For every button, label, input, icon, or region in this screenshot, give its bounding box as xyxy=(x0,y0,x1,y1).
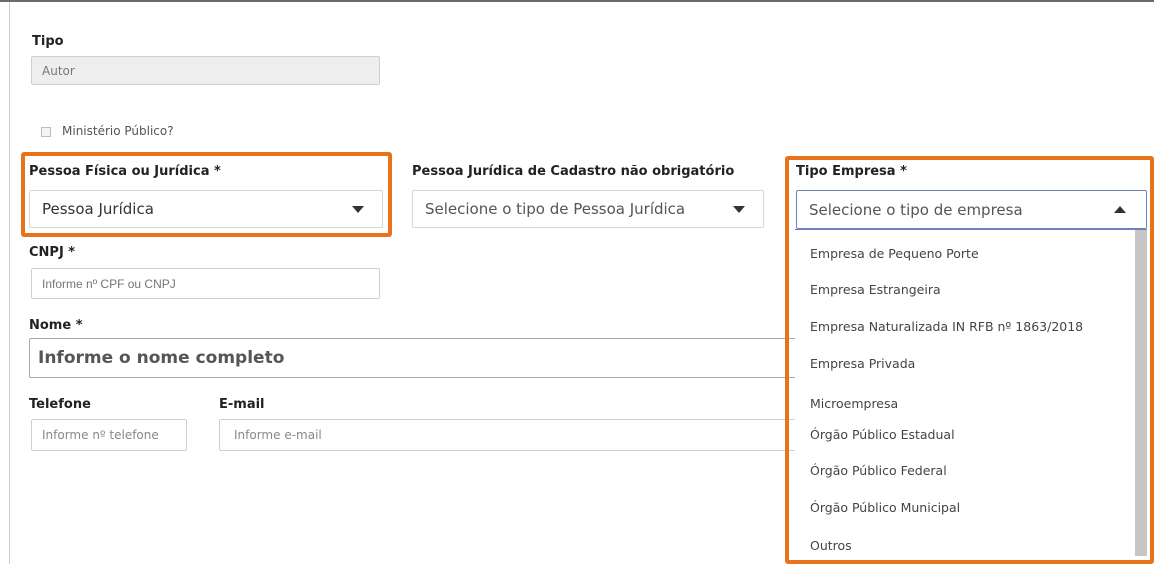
email-label: E-mail xyxy=(219,397,265,412)
window-top-border xyxy=(0,0,1154,2)
ministerio-label: Ministério Público? xyxy=(62,124,174,138)
chevron-down-icon xyxy=(733,206,745,213)
telefone-input[interactable]: Informe nº telefone xyxy=(31,419,187,451)
ministerio-checkbox[interactable] xyxy=(41,127,51,137)
telefone-label: Telefone xyxy=(29,397,91,412)
cadastro-select-placeholder: Selecione o tipo de Pessoa Jurídica xyxy=(425,200,686,218)
nome-input[interactable]: Informe o nome completo xyxy=(29,338,799,378)
tipo-empresa-highlight-box xyxy=(785,156,1154,564)
cnpj-label: CNPJ * xyxy=(29,245,76,260)
cnpj-input[interactable] xyxy=(31,268,380,299)
window-left-border xyxy=(9,2,10,564)
cadastro-label: Pessoa Jurídica de Cadastro não obrigató… xyxy=(412,164,735,179)
pessoa-highlight-box xyxy=(21,152,392,237)
tipo-field: Autor xyxy=(31,56,380,85)
cadastro-select[interactable]: Selecione o tipo de Pessoa Jurídica xyxy=(412,190,764,228)
nome-label: Nome * xyxy=(29,318,83,333)
email-input[interactable]: Informe e-mail xyxy=(219,419,799,451)
tipo-label: Tipo xyxy=(32,34,64,49)
